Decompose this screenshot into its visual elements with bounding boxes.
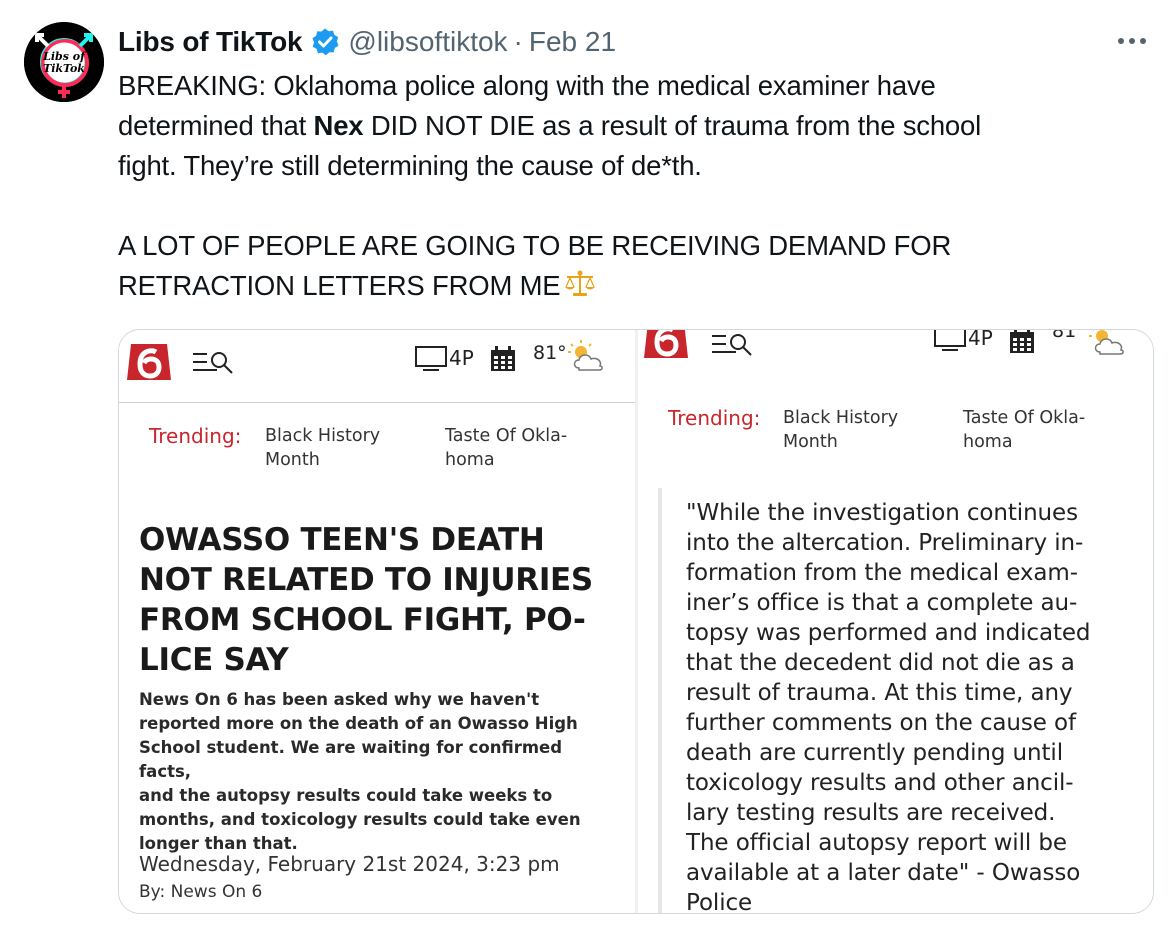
tweet-paragraph-1: BREAKING: Oklahoma police along with the… (118, 66, 1148, 186)
tv-label: 4P (968, 329, 993, 350)
tweet-media-card[interactable]: 4P 81° Trending: Black History Month Tas… (118, 329, 1154, 914)
article-dateline: Wednesday, February 21st 2024, 3:23 pm (139, 852, 560, 876)
temperature: 81° (533, 342, 567, 364)
tweet-bold-name: Nex (313, 110, 364, 141)
trending-item-taste-of-oklahoma[interactable]: Taste Of Okla- homa (963, 406, 1085, 454)
author-avatar[interactable]: Libs of TikTok (24, 22, 104, 102)
police-statement-quote: "While the investigation continues into … (686, 500, 1091, 914)
news-on-6-logo (642, 330, 690, 362)
trending-item-taste-of-oklahoma[interactable]: Taste Of Okla- homa (445, 424, 567, 472)
balance-scale-icon (564, 269, 596, 299)
tweet-date[interactable]: Feb 21 (529, 26, 616, 58)
tweet-author-line: Libs of TikTok @libsoftiktok · Feb 21 (118, 22, 616, 62)
tv-icon (934, 330, 968, 356)
tv-icon (415, 346, 449, 376)
menu-search-icon (191, 348, 235, 378)
media-image-left[interactable]: 4P 81° Trending: Black History Month Tas… (119, 330, 635, 913)
temperature: 81° (1052, 329, 1086, 342)
svg-text:TikTok: TikTok (43, 62, 85, 75)
partly-cloudy-icon (1086, 330, 1128, 362)
trending-item-black-history-month[interactable]: Black History Month (783, 406, 898, 454)
news-on-6-logo (125, 340, 173, 384)
verified-badge-icon[interactable] (310, 27, 340, 57)
more-options-button[interactable] (1110, 26, 1154, 56)
partly-cloudy-icon (565, 338, 607, 378)
trending-label: Trending: (149, 424, 242, 448)
tweet-paragraph-2: A LOT OF PEOPLE ARE GOING TO BE RECEIVIN… (118, 226, 1148, 306)
media-image-right[interactable]: 4P 81° Trending: Black History Month Tas… (638, 330, 1153, 913)
tweet-text: BREAKING: Oklahoma police along with the… (118, 66, 1148, 306)
more-dots-icon (1118, 38, 1146, 44)
libs-of-tiktok-logo: Libs of TikTok (24, 22, 104, 102)
trending-item-black-history-month[interactable]: Black History Month (265, 424, 380, 472)
author-display-name[interactable]: Libs of TikTok (118, 26, 303, 58)
blockquote-bar (658, 488, 662, 913)
calendar-icon (1008, 330, 1036, 358)
calendar-icon (489, 346, 517, 376)
tv-label: 4P (449, 346, 474, 370)
tweet-text-segment: A LOT OF PEOPLE ARE GOING TO BE RECEIVIN… (118, 230, 952, 301)
article-headline: OWASSO TEEN'S DEATH NOT RELATED TO INJUR… (139, 522, 593, 678)
article-byline: By: News On 6 (139, 882, 263, 902)
meta-separator: · (513, 26, 523, 57)
article-summary: News On 6 has been asked why we haven't … (139, 690, 581, 853)
author-handle[interactable]: @libsoftiktok (348, 26, 507, 58)
menu-search-icon (710, 330, 754, 360)
header-divider (119, 402, 635, 403)
trending-label: Trending: (668, 406, 761, 430)
